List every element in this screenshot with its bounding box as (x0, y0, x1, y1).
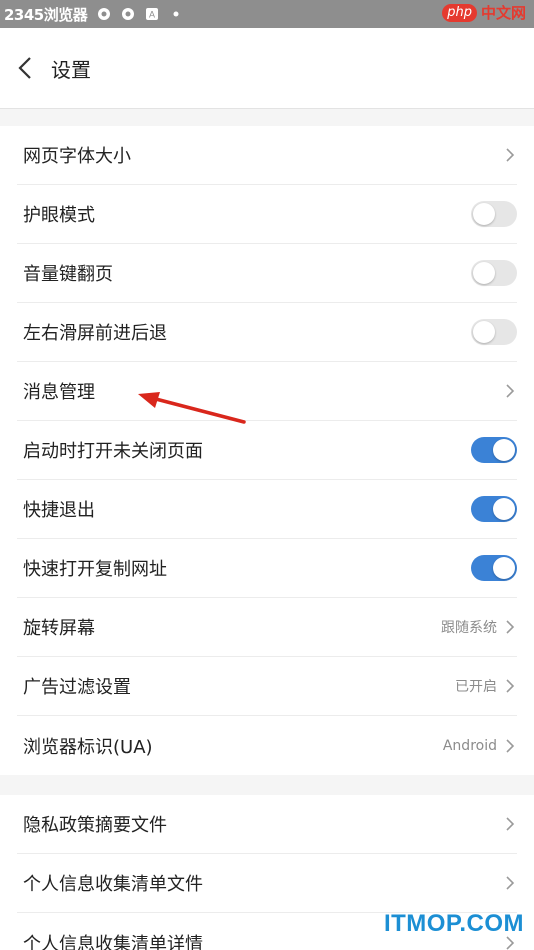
chevron-right-icon (505, 875, 517, 891)
dot-icon (169, 7, 183, 21)
setting-row[interactable]: 旋转屏幕 跟随系统 (17, 598, 517, 657)
chevron-right-icon (505, 738, 517, 754)
chevron-right-icon (505, 678, 517, 694)
chevron-right-icon (505, 816, 517, 832)
setting-row[interactable]: 消息管理 (17, 362, 517, 421)
setting-value: 跟随系统 (441, 620, 497, 636)
setting-row[interactable]: 快捷退出 (17, 480, 517, 539)
setting-row[interactable]: 左右滑屏前进后退 (17, 303, 517, 362)
watermark-itmop: ITMOP.COM (383, 910, 524, 937)
setting-toggle[interactable] (471, 319, 517, 345)
setting-row[interactable]: 护眼模式 (17, 185, 517, 244)
toggle-knob (493, 439, 515, 461)
watermark-cn: 中文网 (480, 4, 526, 22)
chevron-right-icon (505, 383, 517, 399)
setting-label: 启动时打开未关闭页面 (23, 441, 203, 462)
notification-icon (97, 7, 111, 21)
setting-label: 左右滑屏前进后退 (23, 323, 167, 344)
setting-row[interactable]: 广告过滤设置 已开启 (17, 657, 517, 716)
setting-label: 浏览器标识(UA) (23, 736, 153, 758)
toggle-knob (473, 262, 495, 284)
watermark-php: php (442, 3, 477, 22)
setting-label: 快捷退出 (23, 500, 95, 521)
setting-label: 网页字体大小 (23, 146, 131, 167)
setting-label: 个人信息收集清单文件 (23, 874, 203, 895)
toggle-knob (473, 203, 495, 225)
toggle-knob (493, 557, 515, 579)
status-bar: 2345浏览器 A php 中文网 (0, 0, 534, 28)
setting-row[interactable]: 网页字体大小 (17, 126, 517, 185)
setting-row[interactable]: 浏览器标识(UA) Android (17, 716, 517, 775)
watermark-top: php 中文网 (442, 2, 526, 23)
setting-toggle[interactable] (471, 555, 517, 581)
chevron-left-icon (18, 57, 31, 79)
setting-label: 旋转屏幕 (23, 618, 95, 639)
setting-toggle[interactable] (471, 496, 517, 522)
setting-row[interactable]: 个人信息收集清单文件 (17, 854, 517, 913)
setting-row[interactable]: 音量键翻页 (17, 244, 517, 303)
notification-icon-2 (121, 7, 135, 21)
setting-value: 已开启 (455, 679, 497, 695)
setting-toggle[interactable] (471, 437, 517, 463)
setting-label: 广告过滤设置 (23, 677, 131, 698)
setting-label: 隐私政策摘要文件 (23, 815, 167, 836)
back-button[interactable] (18, 53, 40, 83)
setting-row[interactable]: 启动时打开未关闭页面 (17, 421, 517, 480)
setting-row[interactable]: 隐私政策摘要文件 (17, 795, 517, 854)
chevron-right-icon (505, 619, 517, 635)
setting-label: 护眼模式 (23, 205, 95, 226)
app-a-icon: A (145, 7, 159, 21)
toggle-knob (493, 498, 515, 520)
status-app-title: 2345浏览器 (4, 5, 88, 24)
setting-toggle[interactable] (471, 201, 517, 227)
chevron-right-icon (505, 147, 517, 163)
page-title: 设置 (51, 57, 91, 82)
svg-text:A: A (149, 10, 155, 20)
setting-label: 音量键翻页 (23, 264, 113, 285)
setting-value: Android (442, 737, 497, 754)
setting-label: 消息管理 (23, 382, 95, 403)
red-arrow-annotation (138, 392, 246, 424)
settings-group-1: 网页字体大小 护眼模式音量键翻页左右滑屏前进后退 消息管理启动时打开未关闭页面 快捷退… (0, 126, 534, 775)
setting-row[interactable]: 快速打开复制网址 (17, 539, 517, 598)
toggle-knob (473, 321, 495, 343)
setting-toggle[interactable] (471, 260, 517, 286)
page-header: 设置 (0, 28, 534, 109)
setting-label: 快速打开复制网址 (23, 559, 167, 580)
